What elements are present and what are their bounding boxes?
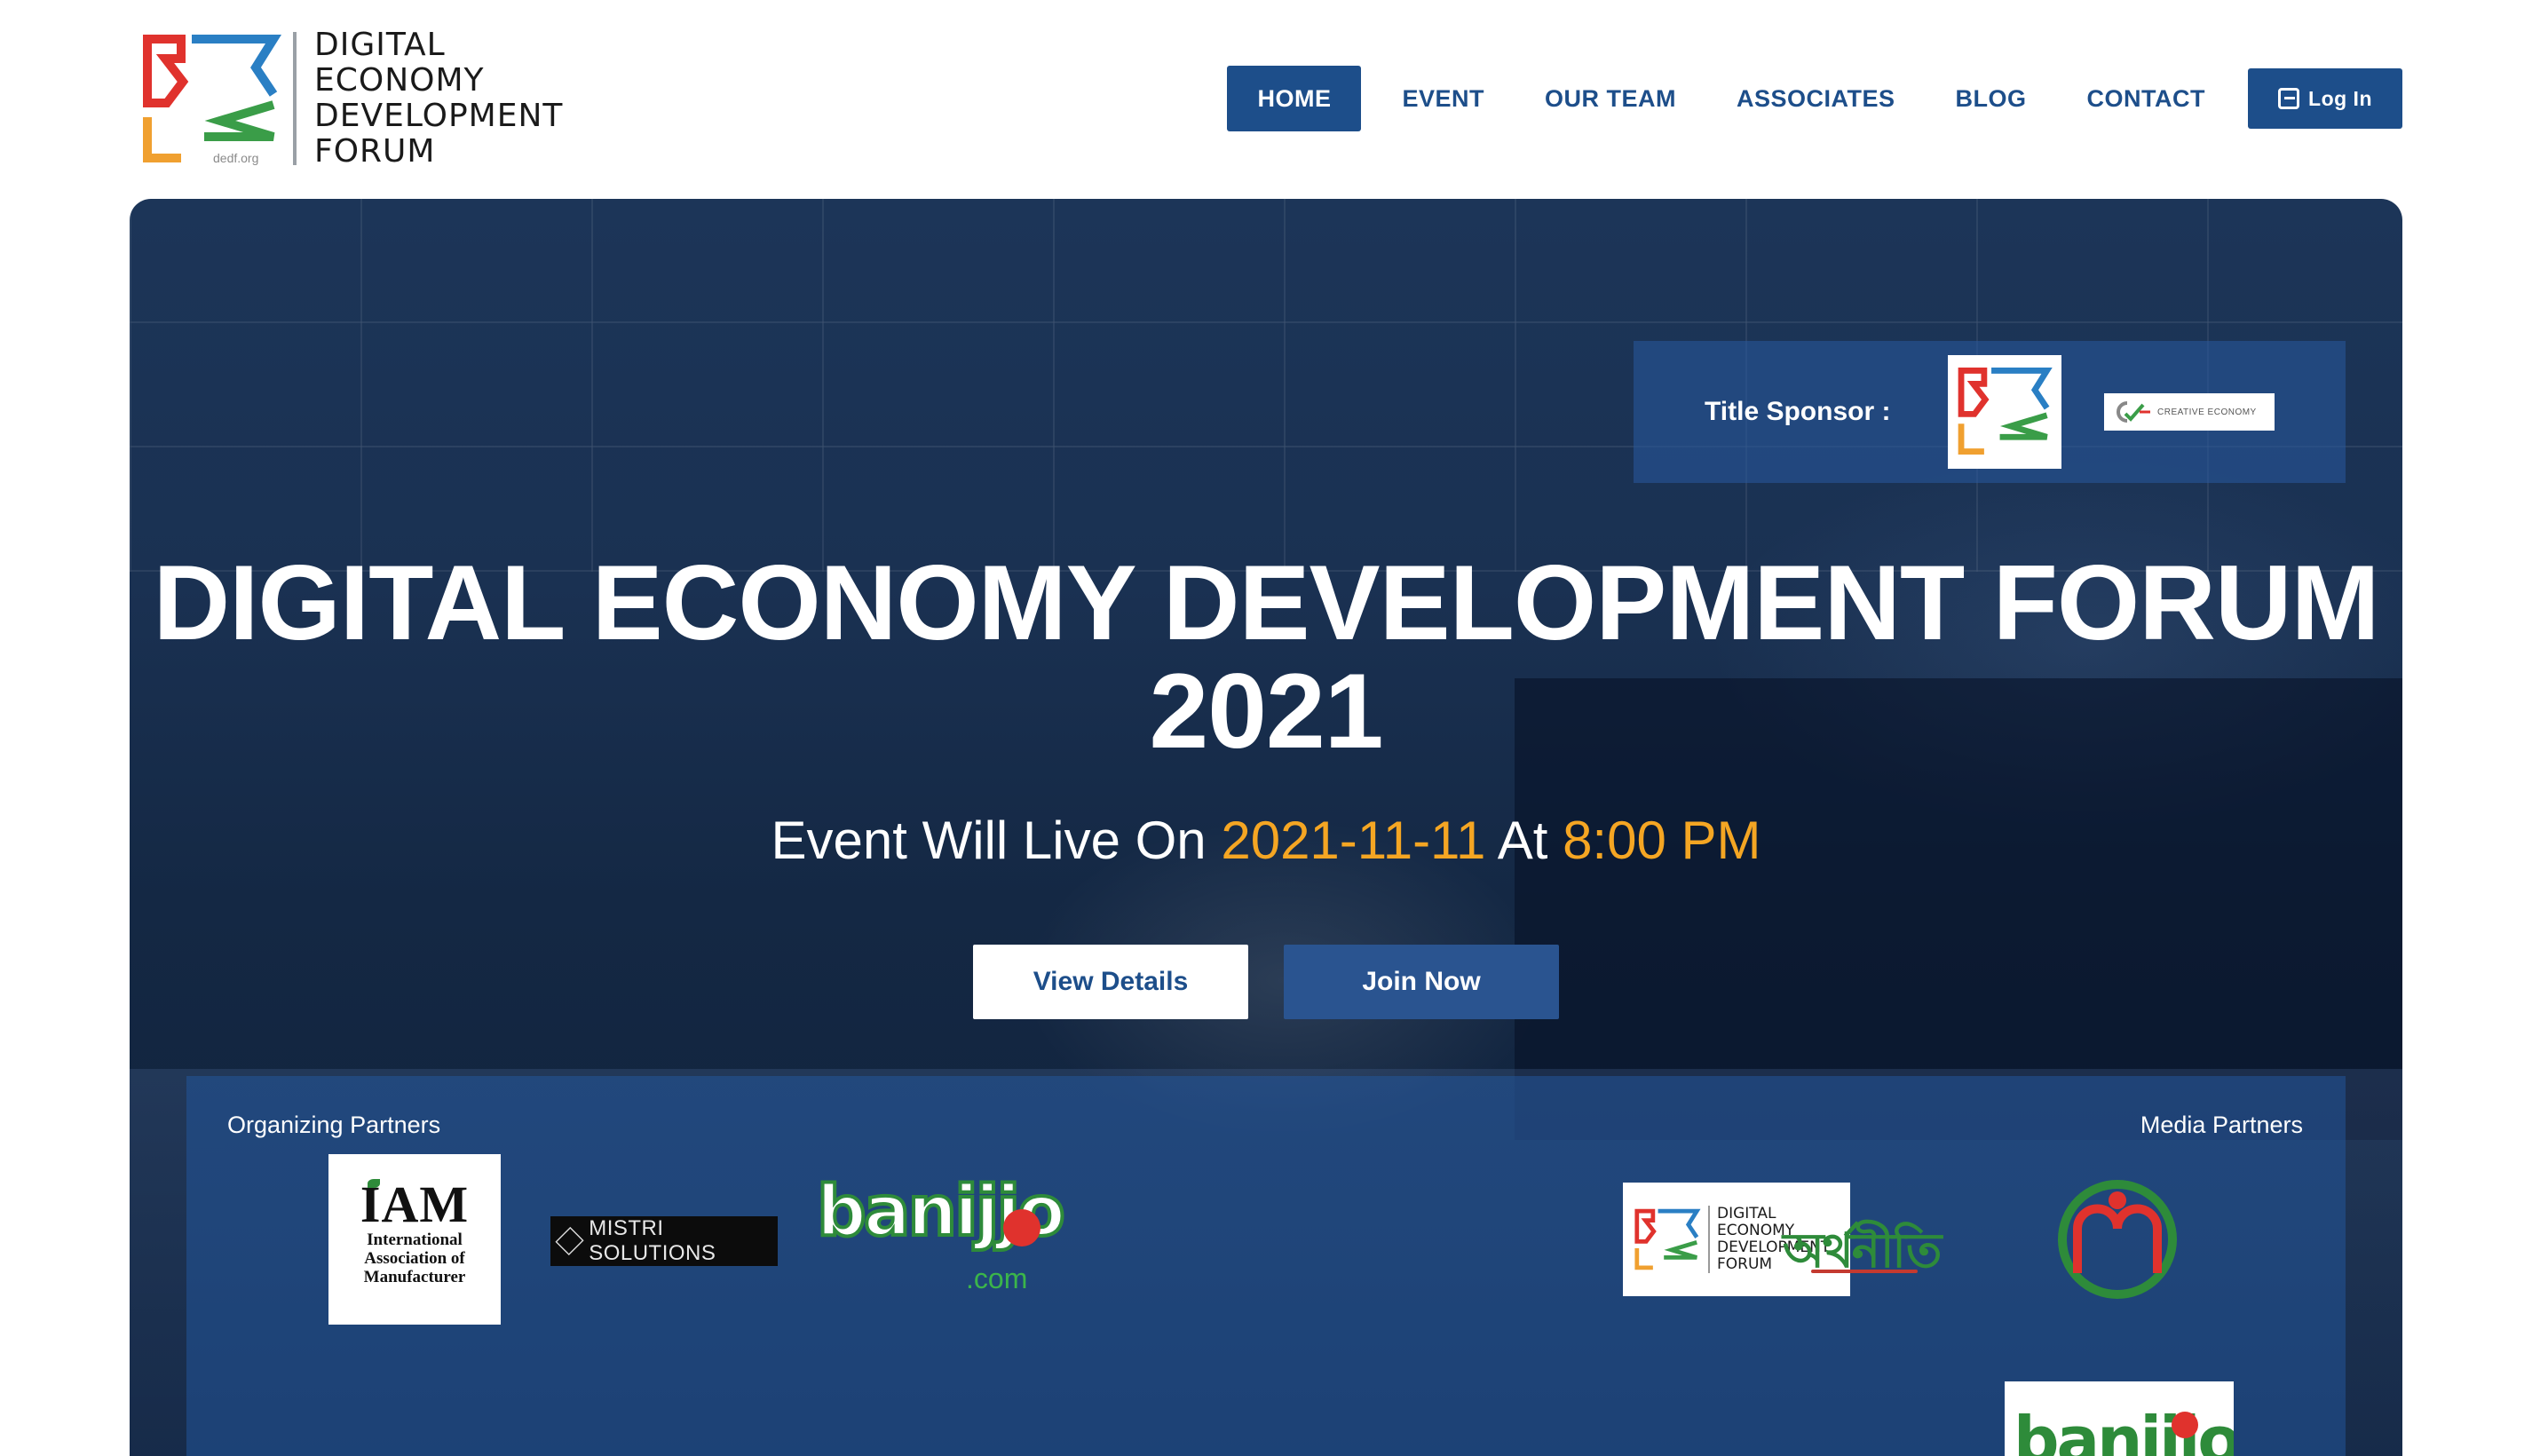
hero-title-line2: 2021 xyxy=(1149,652,1384,771)
partner-mistri-solutions-logo[interactable]: MISTRI SOLUTIONS xyxy=(550,1216,778,1266)
partner-iam-logo[interactable]: IAM International Association of Manufac… xyxy=(328,1154,501,1325)
nav-event[interactable]: EVENT xyxy=(1372,66,1515,131)
partner-media-circle-logo[interactable] xyxy=(2051,1175,2184,1309)
site-header: dedf.org DIGITAL ECONOMY DEVELOPMENT FOR… xyxy=(0,0,2532,197)
dedf-logo-icon: dedf.org xyxy=(140,32,282,165)
banijjo-com: .com xyxy=(966,1262,1028,1294)
event-prefix: Event Will Live On xyxy=(771,811,1222,870)
iam-subtitle: International xyxy=(367,1230,463,1249)
nav-blog[interactable]: BLOG xyxy=(1926,66,2057,131)
nav-home[interactable]: HOME xyxy=(1227,66,1362,131)
logo-line: DIGITAL xyxy=(314,27,446,63)
arthoniti-underline xyxy=(1811,1270,1918,1273)
banijjo-dot-icon xyxy=(1003,1209,1040,1246)
event-live-text: Event Will Live On 2021-11-11 At 8:00 PM xyxy=(130,810,2402,871)
mistri-diamond-icon xyxy=(555,1226,584,1256)
logo-url: dedf.org xyxy=(213,151,259,165)
sponsor-creative-economy-logo[interactable]: CREATIVE ECONOMY xyxy=(2104,393,2275,431)
organizing-partners-label: Organizing Partners xyxy=(227,1112,441,1138)
banijjo-dot-icon xyxy=(2172,1412,2198,1438)
hero-title: DIGITAL ECONOMY DEVELOPMENT FORUM 2021 xyxy=(130,549,2402,765)
partner-banijjo-logo-2[interactable]: banijjo xyxy=(2005,1381,2234,1456)
partner-banijjo-logo[interactable]: banijjo .com xyxy=(815,1170,1067,1303)
event-time: 8:00 PM xyxy=(1563,811,1761,870)
iam-leaf-icon xyxy=(368,1179,380,1188)
nav-associates[interactable]: ASSOCIATES xyxy=(1706,66,1926,131)
logo-divider xyxy=(293,32,297,165)
main-nav: HOME EVENT OUR TEAM ASSOCIATES BLOG CONT… xyxy=(1227,66,2402,131)
mistri-text: MISTRI SOLUTIONS xyxy=(589,1216,716,1265)
banijjo-wordmark: banijjo xyxy=(2014,1403,2234,1456)
site-logo[interactable]: dedf.org DIGITAL ECONOMY DEVELOPMENT FOR… xyxy=(140,28,563,170)
iam-title: IAM xyxy=(360,1175,470,1233)
title-sponsor-box: Title Sponsor : CREATIVE ECONOMY xyxy=(1634,341,2346,483)
iam-subtitle: Manufacturer xyxy=(363,1268,466,1286)
dedf-logo-icon xyxy=(1634,1206,1701,1273)
iam-subtitle: Association of xyxy=(364,1249,465,1268)
hero-buttons: View Details Join Now xyxy=(973,945,1559,1019)
media-partners-label: Media Partners xyxy=(2140,1112,2303,1138)
view-details-button[interactable]: View Details xyxy=(973,945,1248,1019)
logo-line: FORUM xyxy=(314,133,436,170)
logo-wordmark: DIGITAL ECONOMY DEVELOPMENT FORUM xyxy=(314,28,563,170)
logo-line: ECONOMY xyxy=(314,62,485,99)
login-label: Log In xyxy=(2308,87,2372,110)
creative-economy-icon xyxy=(2113,400,2152,424)
nav-our-team[interactable]: OUR TEAM xyxy=(1515,66,1706,131)
nav-contact[interactable]: CONTACT xyxy=(2057,66,2235,131)
sponsor-dedf-logo[interactable] xyxy=(1948,355,2061,469)
login-icon xyxy=(2278,88,2300,109)
join-now-button[interactable]: Join Now xyxy=(1284,945,1559,1019)
sponsor-label: Title Sponsor : xyxy=(1705,397,1891,426)
dedf-divider xyxy=(1708,1206,1710,1273)
login-button[interactable]: Log In xyxy=(2248,68,2402,129)
hero-banner: Title Sponsor : CREATIVE ECONOMY DIGITAL… xyxy=(130,199,2402,1456)
partner-arthoniti-logo[interactable]: অর্থনীতি xyxy=(1783,1214,1942,1294)
creative-economy-text: CREATIVE ECONOMY xyxy=(2157,407,2257,417)
event-date: 2021-11-11 xyxy=(1221,811,1486,870)
event-mid: At xyxy=(1485,811,1563,870)
logo-line: DEVELOPMENT xyxy=(314,98,564,134)
partners-panel: Organizing Partners Media Partners IAM I… xyxy=(186,1076,2346,1456)
hero-title-line1: DIGITAL ECONOMY DEVELOPMENT FORUM xyxy=(153,543,2379,662)
